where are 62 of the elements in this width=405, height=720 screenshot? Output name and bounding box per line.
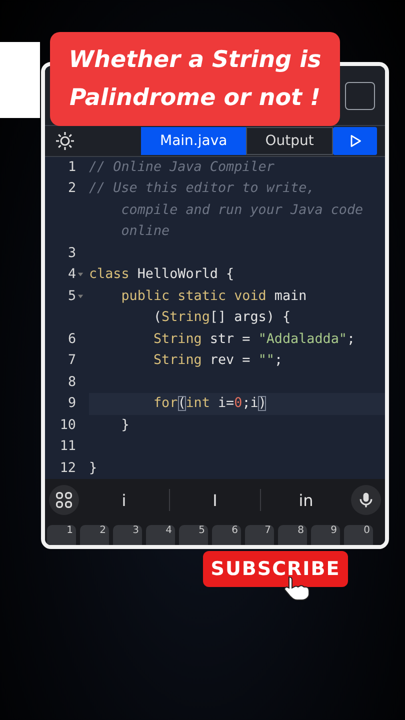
code-text: (String[] args) { [152, 310, 291, 325]
code-text: compile and run your Java code [121, 202, 364, 218]
suggestion[interactable]: in [298, 490, 314, 510]
keyboard-key[interactable]: 1 [47, 525, 76, 545]
code-text: } [120, 418, 130, 432]
fold-icon[interactable] [76, 271, 85, 278]
key-hint: 3 [132, 525, 139, 538]
key-hint: 1 [66, 525, 73, 538]
mic-button[interactable] [351, 485, 381, 515]
key-hint: 9 [330, 525, 337, 538]
line-number: 11 [60, 438, 76, 456]
code-text: // Use this editor to write, [89, 181, 315, 196]
keyboard-key[interactable]: 7 [245, 525, 274, 545]
code-text: String str = "Addaladda"; [152, 332, 356, 346]
subscribe-button[interactable]: SUBSCRIBE [203, 551, 348, 587]
keyboard-key[interactable]: 9 [311, 525, 340, 545]
sun-icon[interactable] [55, 130, 75, 151]
code-text: String rev = ""; [152, 353, 282, 368]
apps-icon [55, 491, 73, 509]
line-number: 2 [68, 180, 76, 198]
banner-text: Whether a String is [68, 46, 322, 75]
file-tab[interactable]: Main.java [141, 126, 246, 155]
apps-button[interactable] [49, 485, 79, 515]
code-text: public static void main [120, 288, 307, 304]
microphone-icon [357, 491, 375, 509]
keyboard-key[interactable]: 2 [80, 525, 109, 545]
code-text: class HelloWorld { [89, 267, 234, 282]
suggestion[interactable]: I [212, 490, 218, 510]
line-number: 1 [68, 158, 76, 176]
key-hint: 6 [232, 525, 238, 538]
keyboard-key[interactable]: 4 [146, 525, 175, 545]
banner-text: Palindrome or not ! [69, 84, 321, 113]
line-number: 12 [60, 460, 76, 478]
code-text: online [121, 224, 170, 239]
code-text: } [89, 460, 98, 476]
key-hint: 4 [166, 525, 172, 538]
suggestion[interactable]: i [122, 490, 126, 510]
top-bar-button[interactable] [345, 82, 375, 110]
line-number: 10 [60, 416, 76, 434]
keyboard-key[interactable]: 3 [113, 525, 142, 545]
line-number: 8 [68, 374, 76, 392]
file-tab[interactable]: Output [246, 126, 333, 155]
key-hint: 8 [298, 525, 304, 538]
play-icon [348, 134, 362, 148]
line-number: 9 [68, 395, 76, 413]
line-number: 5 [68, 288, 76, 306]
line-number: 6 [68, 330, 76, 348]
key-hint: 7 [264, 525, 271, 538]
key-hint: 5 [198, 525, 205, 538]
keyboard-key[interactable]: 8 [278, 525, 307, 545]
keyboard-key[interactable]: 0 [344, 525, 373, 545]
line-number: 3 [68, 244, 76, 262]
run-button[interactable] [333, 126, 377, 155]
fold-icon[interactable] [76, 292, 85, 300]
line-number: 4 [68, 266, 76, 284]
code-text: for(int i=0;i) [152, 396, 266, 411]
line-number: 7 [68, 352, 76, 370]
keyboard-key[interactable]: 5 [179, 525, 208, 545]
code-text: // Online Java Compiler [89, 160, 274, 174]
key-hint: 2 [100, 525, 106, 538]
keyboard-key[interactable]: 6 [212, 525, 241, 545]
key-hint: 0 [364, 525, 370, 538]
